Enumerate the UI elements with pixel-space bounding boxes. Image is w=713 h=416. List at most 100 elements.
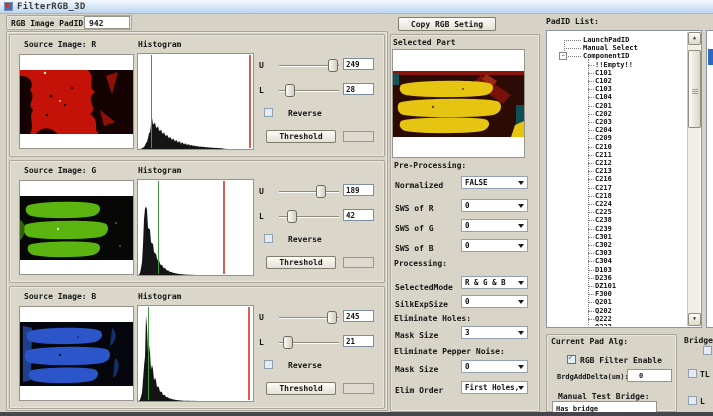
histogram-b-upper-line	[248, 307, 250, 400]
u-slider-thumb[interactable]	[328, 59, 338, 72]
tree-item-c217[interactable]: C217	[548, 184, 686, 192]
histogram-r	[137, 53, 254, 150]
u-slider-thumb[interactable]	[316, 185, 326, 198]
u-slider-thumb[interactable]	[327, 311, 337, 324]
tree-item-empty[interactable]: !!Empty!!	[548, 61, 686, 69]
u-value-input[interactable]: 245	[343, 310, 374, 322]
mask-size2-row: Mask Size 0	[391, 360, 539, 373]
tree-item-c225[interactable]: C225	[548, 208, 686, 216]
manual-test-bridge-label: Manual Test Bridge:	[558, 392, 650, 401]
threshold-button[interactable]: Threshold	[266, 130, 336, 143]
reverse-checkbox[interactable]	[264, 108, 273, 117]
rgb-filter-checkbox[interactable]: ✓	[567, 355, 576, 364]
u-value-input[interactable]: 249	[343, 58, 374, 70]
bridge-panel-title: Bridge	[684, 336, 713, 345]
current-pad-alg-panel: Current Pad Alg: ✓ RGB Filter Enable Brd…	[546, 334, 677, 412]
threshold-button[interactable]: Threshold	[266, 256, 336, 269]
tl-checkbox[interactable]	[688, 369, 697, 378]
l-slider-thumb[interactable]	[283, 336, 293, 349]
reverse-checkbox[interactable]	[264, 234, 273, 243]
l-slider-thumb[interactable]	[287, 210, 297, 223]
scroll-up-icon[interactable]: ▲	[688, 32, 701, 45]
bridge-checkbox-partial[interactable]	[703, 346, 712, 355]
u-label: U	[259, 61, 264, 70]
tree-item-d236[interactable]: D236	[548, 274, 686, 282]
tree-item-q223[interactable]: Q223	[548, 323, 686, 326]
tree-item-c210[interactable]: C210	[548, 143, 686, 151]
tree-item-f300[interactable]: F300	[548, 290, 686, 298]
elim-order-select[interactable]: First Holes,	[461, 381, 528, 394]
tree-item-q202[interactable]: Q202	[548, 307, 686, 315]
tree-item-c209[interactable]: C209	[548, 134, 686, 142]
tree-item-launchpadid[interactable]: LaunchPadID	[548, 36, 686, 44]
mask-size2-select[interactable]: 0	[461, 360, 528, 373]
tree-item-manualselect[interactable]: Manual Select	[548, 44, 686, 52]
tree-item-c303[interactable]: C303	[548, 249, 686, 257]
tree-item-c304[interactable]: C304	[548, 257, 686, 265]
tree-item-c301[interactable]: C301	[548, 233, 686, 241]
tree-item-c104[interactable]: C104	[548, 93, 686, 101]
tree-item-c302[interactable]: C302	[548, 241, 686, 249]
tree-item-c238[interactable]: C238	[548, 216, 686, 224]
u-slider-track[interactable]	[279, 191, 339, 193]
l-slider-thumb[interactable]	[285, 84, 295, 97]
histogram-g-lower-line	[158, 181, 159, 274]
tree-item-c212[interactable]: C212	[548, 159, 686, 167]
tree-item-q222[interactable]: Q222	[548, 315, 686, 323]
l-value-input[interactable]: 42	[343, 209, 374, 221]
normalized-label: Normalized	[395, 181, 443, 190]
tree-item-c213[interactable]: C213	[548, 167, 686, 175]
tree-item-c224[interactable]: C224	[548, 200, 686, 208]
l-value-input[interactable]: 28	[343, 83, 374, 95]
tree-item-c239[interactable]: C239	[548, 225, 686, 233]
sws-b-label: SWS of B	[395, 244, 434, 253]
tree-item-c202[interactable]: C202	[548, 110, 686, 118]
tree-item-componentid[interactable]: −ComponentID	[548, 52, 686, 60]
tree-item-dz101[interactable]: DZ101	[548, 282, 686, 290]
brdg-add-delta-input[interactable]: 0	[627, 369, 672, 382]
histogram-r-upper-line	[249, 55, 251, 148]
threshold-button[interactable]: Threshold	[266, 382, 336, 395]
channel-panel-r: Source Image: R Histogram U 249 L	[9, 34, 385, 157]
sws-g-select[interactable]: 0	[461, 219, 528, 232]
pad-id-value-box: 942	[84, 16, 130, 29]
sws-g-label: SWS of G	[395, 224, 434, 233]
histogram-g-upper-line	[223, 181, 225, 274]
histogram-r-label: Histogram	[138, 40, 181, 49]
l-checkbox[interactable]	[688, 396, 697, 405]
tree-scrollbar[interactable]: ▲ ▼	[687, 32, 700, 326]
sws-b-select[interactable]: 0	[461, 239, 528, 252]
l-value-input[interactable]: 21	[343, 335, 374, 347]
normalized-select[interactable]: FALSE	[461, 176, 528, 189]
pre-processing-title: Pre-Processing:	[394, 161, 466, 170]
selected-mode-select[interactable]: R & G & B	[461, 276, 528, 289]
reverse-checkbox[interactable]	[264, 360, 273, 369]
tree-item-c101[interactable]: C101	[548, 69, 686, 77]
collapse-icon[interactable]: −	[559, 52, 567, 60]
tree-scrollbar-thumb[interactable]	[688, 50, 701, 128]
sws-r-select[interactable]: 0	[461, 199, 528, 212]
tree-item-d103[interactable]: D103	[548, 266, 686, 274]
tree-item-q201[interactable]: Q201	[548, 298, 686, 306]
tree-item-c203[interactable]: C203	[548, 118, 686, 126]
tree-item-c218[interactable]: C218	[548, 192, 686, 200]
histogram-g-label: Histogram	[138, 166, 181, 175]
app-icon	[4, 2, 13, 11]
dropdown-arrow-icon	[518, 300, 524, 304]
scroll-down-icon[interactable]: ▼	[688, 313, 701, 326]
copy-rgb-setting-button[interactable]: Copy RGB Seting	[398, 17, 496, 31]
mask-size-select[interactable]: 3	[461, 326, 528, 339]
tree-item-c201[interactable]: C201	[548, 102, 686, 110]
tree-item-c103[interactable]: C103	[548, 85, 686, 93]
right-edge-list[interactable]	[706, 30, 713, 328]
tree-item-c216[interactable]: C216	[548, 175, 686, 183]
rgb-filter-label: RGB Filter Enable	[580, 356, 662, 365]
tree-item-c211[interactable]: C211	[548, 151, 686, 159]
source-image-b	[20, 322, 133, 386]
source-image-g-box	[19, 180, 134, 275]
tree-item-c102[interactable]: C102	[548, 77, 686, 85]
silk-exp-select[interactable]: 0	[461, 295, 528, 308]
reverse-label: Reverse	[288, 361, 322, 370]
tree-item-c204[interactable]: C204	[548, 126, 686, 134]
u-value-input[interactable]: 189	[343, 184, 374, 196]
